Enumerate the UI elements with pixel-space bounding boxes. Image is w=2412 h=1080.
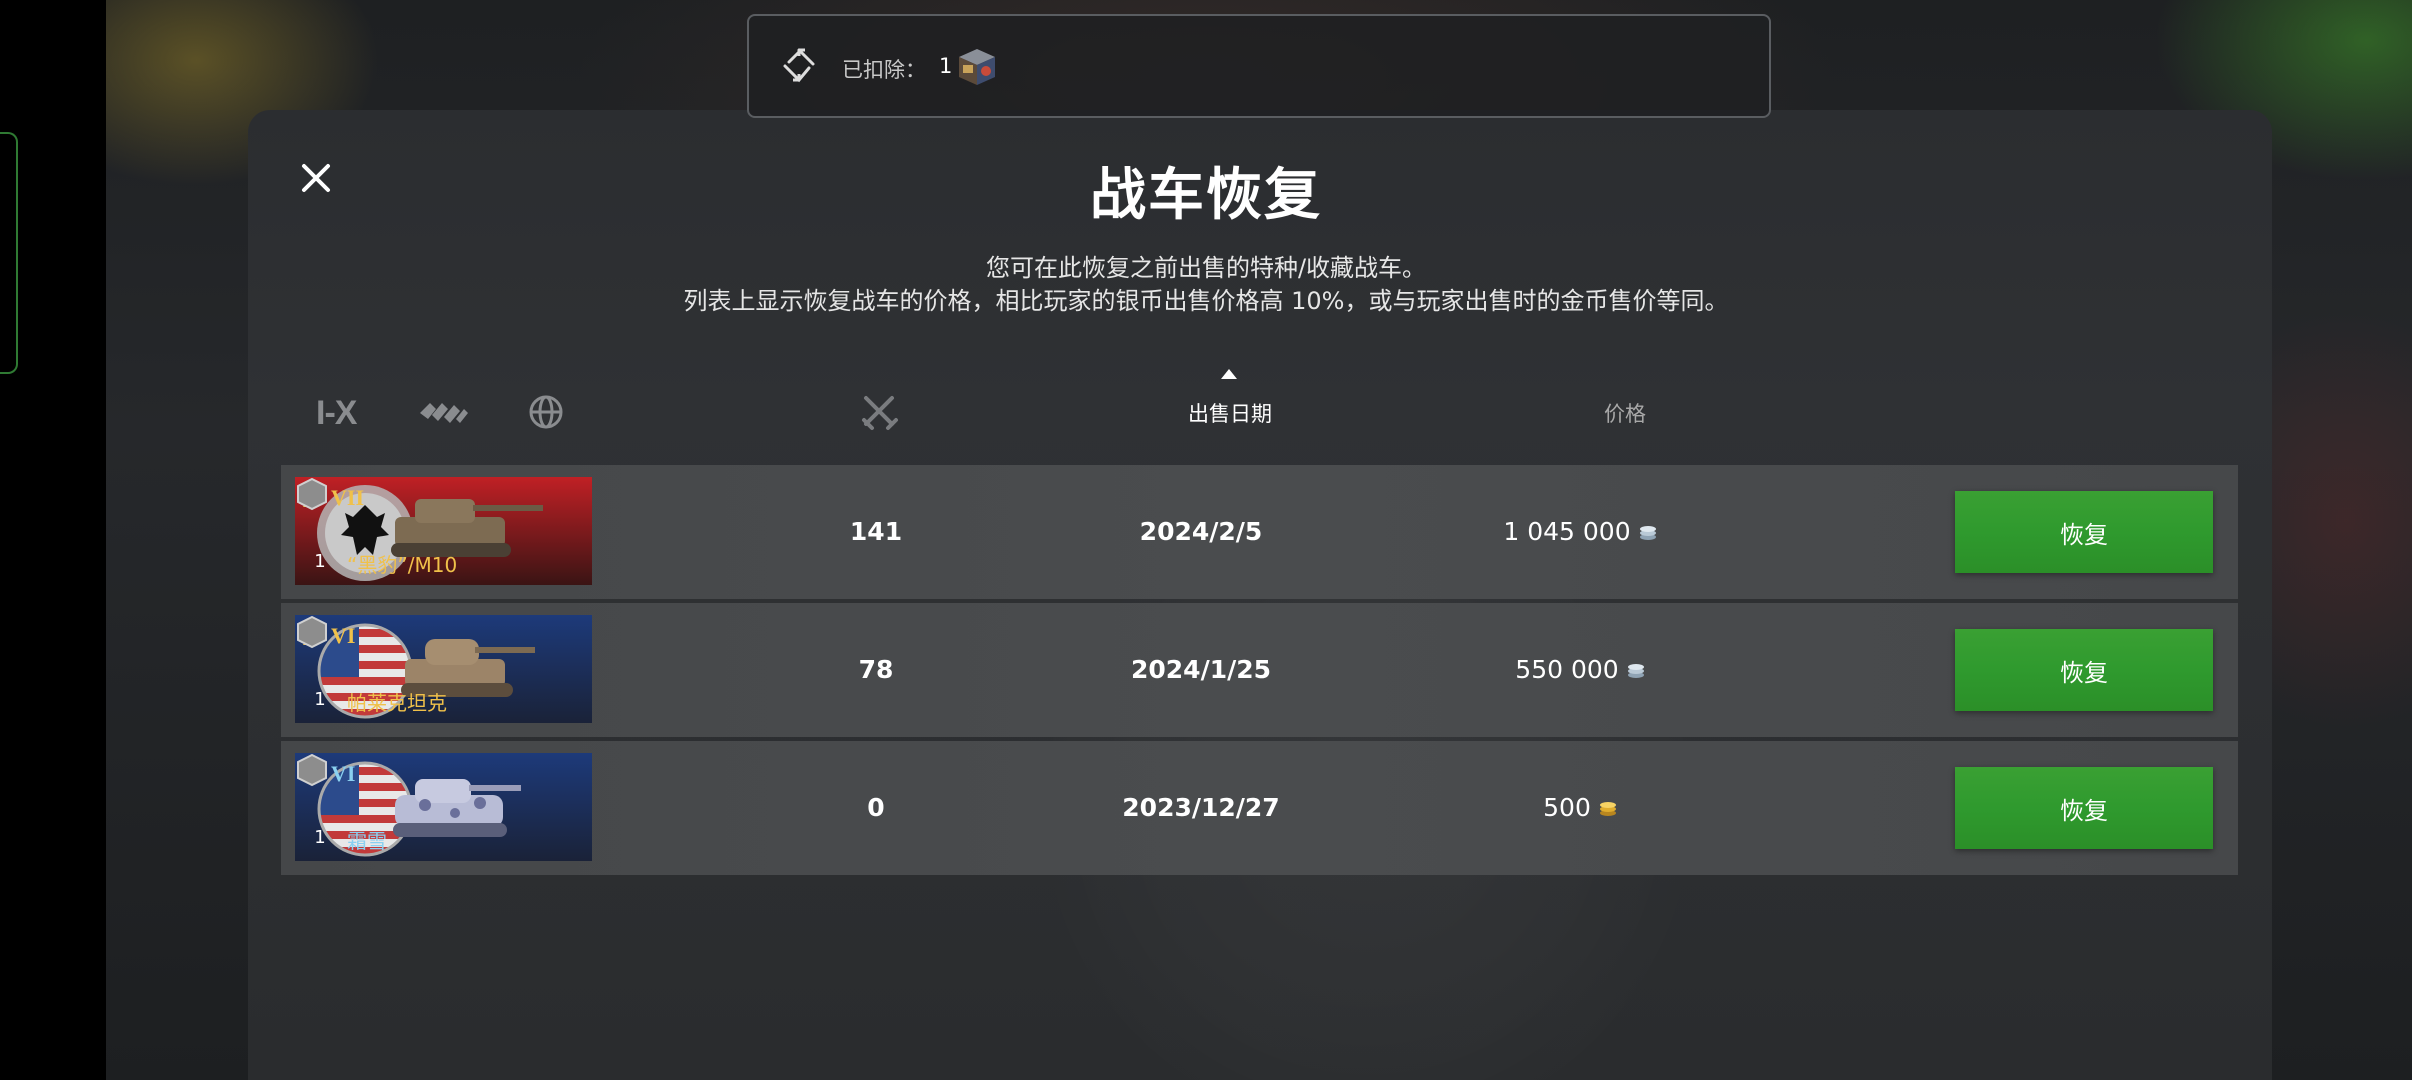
tank-name: 霜雪 [347,829,387,853]
tank-name: “黑豹”/M10 [347,553,458,577]
restore-button[interactable]: 恢复 [1955,767,2213,849]
sold-date: 2023/12/27 [1122,793,1280,822]
rotate-arrows-icon [783,48,815,83]
sort-ascending-icon [1221,369,1237,379]
tank-tier: VI [331,761,356,786]
vehicle-type-icon[interactable] [416,393,470,433]
table-row: VI 1 帕莱克坦克 78 2024/1/25 550 000 恢复 [281,603,2238,737]
battles-count: 0 [867,793,885,822]
tank-card: VI 1 霜雪 [295,753,592,861]
silver-coin-icon [1639,525,1656,540]
table-row: VI 1 霜雪 0 2023/12/27 500 恢复 [281,741,2238,875]
mastery-level: 1 [314,551,326,572]
deducted-bar: 已扣除： 1 [747,14,1771,118]
tank-tier: VI [331,623,356,648]
column-sold-date[interactable]: 出售日期 [1170,398,1290,428]
mastery-level: 1 [314,827,326,848]
tank-name: 帕莱克坦克 [347,691,447,715]
restore-price: 550 000 [1461,655,1701,684]
mastery-badge-icon [297,477,327,511]
tank-card: VII 1 “黑豹”/M10 [295,477,592,585]
restore-price: 500 [1461,793,1701,822]
deducted-count: 1 [939,54,953,78]
restore-button[interactable]: 恢复 [1955,491,2213,573]
battles-count: 78 [858,655,894,684]
mastery-badge-icon [297,615,327,649]
sold-date: 2024/2/5 [1139,517,1263,546]
globe-icon[interactable] [527,393,565,431]
crossed-swords-icon[interactable] [860,392,900,432]
price-value: 500 [1543,793,1591,822]
restore-price: 1 045 000 [1461,517,1701,546]
screen: 已扣除： 1 战车恢复 您可在此恢复之前出售的特种/收藏战车。 列表上显示恢复战… [0,0,2412,1080]
mastery-badge-icon [297,753,327,787]
mastery-level: 1 [314,689,326,710]
tank-card: VI 1 帕莱克坦克 [295,615,592,723]
column-price[interactable]: 价格 [1580,398,1670,428]
restore-button[interactable]: 恢复 [1955,629,2213,711]
table-row: VII 1 “黑豹”/M10 141 2024/2/5 1 045 000 恢复 [281,465,2238,599]
dialog-description-line2: 列表上显示恢复战车的价格，相比玩家的银币出售价格高 10%，或与玩家出售时的金币… [683,287,1729,315]
sold-date: 2024/1/25 [1130,655,1272,684]
dialog-title: 战车恢复 [1090,163,1322,228]
battles-count: 141 [849,517,903,546]
price-value: 550 000 [1515,655,1619,684]
price-value: 1 045 000 [1503,517,1631,546]
dialog-description-line1: 您可在此恢复之前出售的特种/收藏战车。 [985,254,1427,282]
gold-coin-icon [1599,801,1616,816]
deducted-label: 已扣除： [842,58,926,82]
supply-crate-icon [959,49,995,85]
tier-filter[interactable]: I-X [316,393,357,433]
tank-tier: VII [331,485,365,510]
silver-coin-icon [1627,663,1644,678]
